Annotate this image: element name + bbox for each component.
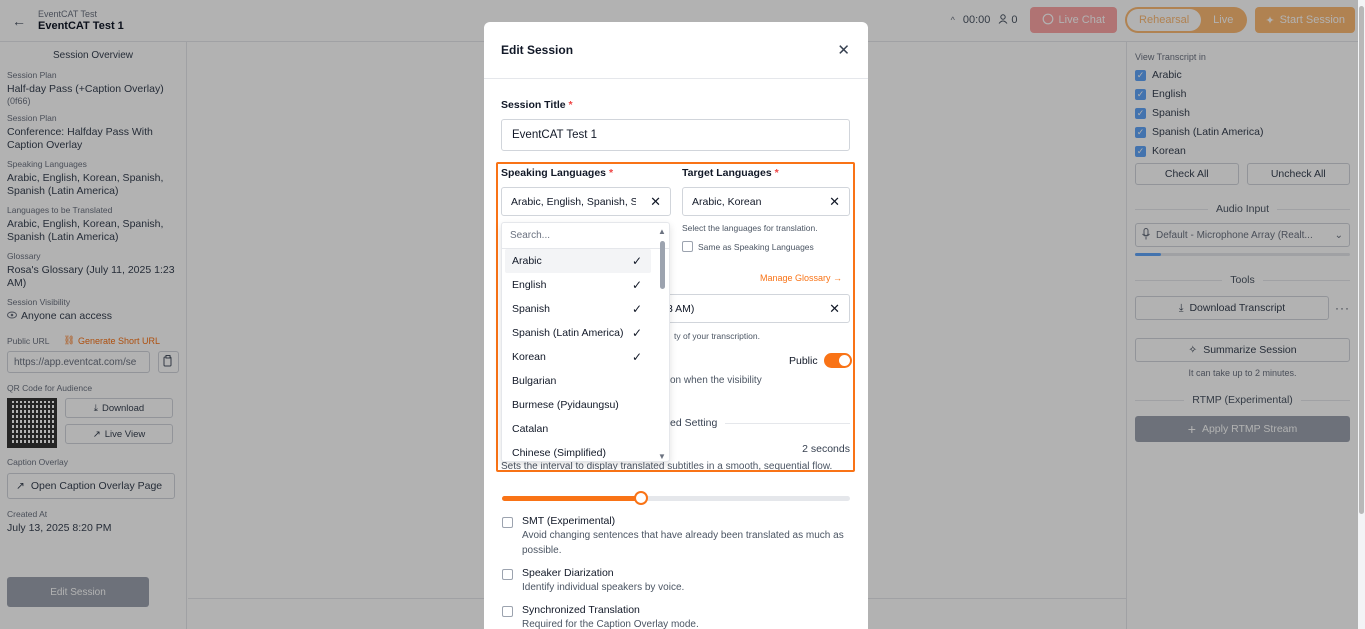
checkbox-unchecked-icon xyxy=(502,569,513,580)
language-option-label: English xyxy=(512,279,547,291)
option-synchronized-translation[interactable]: Synchronized Translation Required for th… xyxy=(502,604,850,629)
option-title: Speaker Diarization xyxy=(522,567,614,579)
scroll-down-icon[interactable]: ▼ xyxy=(658,452,666,461)
checkbox-unchecked-icon xyxy=(502,517,513,528)
page-scrollbar[interactable] xyxy=(1358,0,1365,629)
language-search-input[interactable]: Search... xyxy=(502,223,669,249)
option-description: Required for the Caption Overlay mode. xyxy=(522,619,699,629)
advanced-options: SMT (Experimental) Avoid changing senten… xyxy=(502,515,850,629)
modal-header: Edit Session ✕ xyxy=(484,22,868,79)
language-option[interactable]: Arabic ✓ xyxy=(505,249,651,273)
option-description: Avoid changing sentences that have alrea… xyxy=(522,530,844,556)
session-title-input[interactable]: EventCAT Test 1 xyxy=(501,119,850,151)
check-icon: ✓ xyxy=(631,350,642,364)
option-title: Synchronized Translation xyxy=(522,604,640,616)
option-description: Identify individual speakers by voice. xyxy=(522,582,685,593)
modal-title: Edit Session xyxy=(501,43,574,57)
language-option[interactable]: English ✓ xyxy=(505,273,651,297)
language-option[interactable]: Korean ✓ xyxy=(505,345,651,369)
session-title-label: Session Title * xyxy=(501,99,850,111)
close-icon[interactable]: ✕ xyxy=(837,41,850,59)
session-title-field: Session Title * EventCAT Test 1 xyxy=(501,99,850,151)
language-option[interactable]: Spanish (Latin America) ✓ xyxy=(505,321,651,345)
language-option[interactable]: Spanish ✓ xyxy=(505,297,651,321)
option-title: SMT (Experimental) xyxy=(522,515,616,527)
interval-slider-thumb[interactable] xyxy=(634,491,649,505)
check-icon: ✓ xyxy=(631,254,642,268)
language-option-label: Chinese (Simplified) xyxy=(512,447,606,459)
language-option[interactable]: Bulgarian xyxy=(505,369,651,393)
option-smt[interactable]: SMT (Experimental) Avoid changing senten… xyxy=(502,515,850,558)
language-option-label: Burmese (Pyidaungsu) xyxy=(512,399,619,411)
check-icon: ✓ xyxy=(631,278,642,292)
language-option[interactable]: Chinese (Simplified) xyxy=(505,441,651,461)
language-option-label: Arabic xyxy=(512,255,542,267)
dropdown-scrollbar[interactable]: ▲ ▼ xyxy=(658,227,667,461)
dropdown-scrollbar-thumb[interactable] xyxy=(660,241,665,289)
option-speaker-diarization[interactable]: Speaker Diarization Identify individual … xyxy=(502,567,850,595)
language-dropdown: Search... Arabic ✓ English ✓ Spanish ✓ Span… xyxy=(501,222,670,462)
checkbox-unchecked-icon xyxy=(502,606,513,617)
language-option[interactable]: Catalan xyxy=(505,417,651,441)
language-option-label: Spanish xyxy=(512,303,550,315)
language-option-label: Spanish (Latin America) xyxy=(512,327,624,339)
language-option-label: Catalan xyxy=(512,423,549,435)
page-scrollbar-thumb[interactable] xyxy=(1359,6,1364,514)
language-option-label: Bulgarian xyxy=(512,375,557,387)
language-option[interactable]: Burmese (Pyidaungsu) xyxy=(505,393,651,417)
check-icon: ✓ xyxy=(631,326,642,340)
required-marker: * xyxy=(568,99,573,111)
interval-slider-fill xyxy=(502,496,642,501)
language-option-list: Arabic ✓ English ✓ Spanish ✓ Spanish (Latin… xyxy=(502,249,669,461)
session-title-label-text: Session Title xyxy=(501,99,566,111)
check-icon: ✓ xyxy=(631,302,642,316)
scroll-up-icon[interactable]: ▲ xyxy=(658,227,666,236)
interval-slider[interactable] xyxy=(502,491,850,505)
language-option-label: Korean xyxy=(512,351,546,363)
